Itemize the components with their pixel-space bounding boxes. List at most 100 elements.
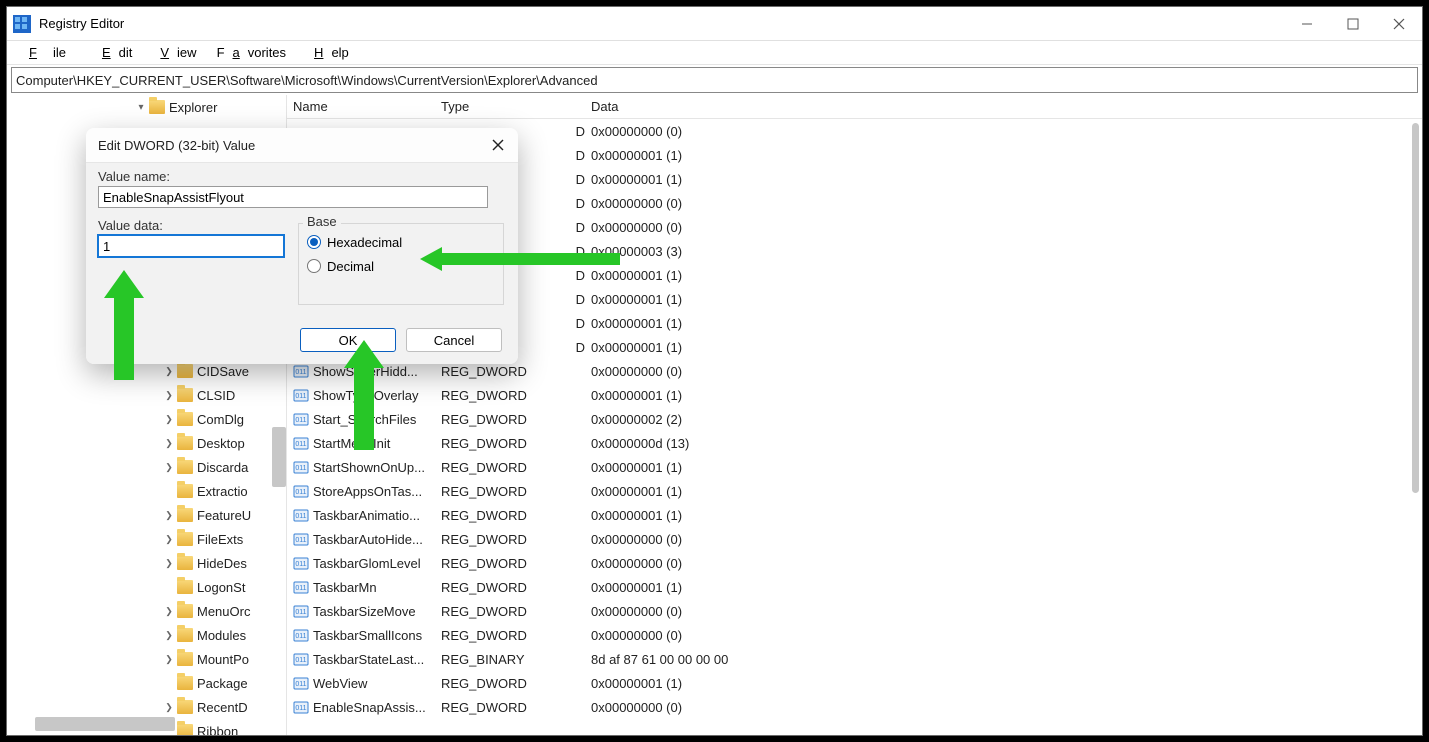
column-header-name[interactable]: Name [293, 99, 441, 114]
svg-text:011: 011 [295, 417, 306, 424]
svg-text:011: 011 [295, 537, 306, 544]
radio-dec-label: Decimal [327, 259, 374, 274]
svg-text:011: 011 [295, 705, 306, 712]
tree-item[interactable]: Modules [7, 623, 286, 647]
list-row[interactable]: 011TaskbarGlomLevelREG_DWORD0x00000000 (… [287, 551, 1422, 575]
reg-value-icon: 011 [293, 483, 309, 499]
tree-scrollbar-thumb[interactable] [272, 427, 286, 487]
reg-value-icon: 011 [293, 531, 309, 547]
address-bar[interactable]: Computer\HKEY_CURRENT_USER\Software\Micr… [11, 67, 1418, 93]
list-row[interactable]: 011Start_SearchFilesREG_DWORD0x00000002 … [287, 407, 1422, 431]
tree-item-explorer[interactable]: Explorer [7, 95, 286, 119]
svg-text:011: 011 [295, 585, 306, 592]
tree-item[interactable]: FeatureU [7, 503, 286, 527]
reg-value-icon: 011 [293, 411, 309, 427]
registry-editor-window: Registry Editor File Edit View Favorites… [6, 6, 1423, 736]
radio-hex-indicator [307, 235, 321, 249]
tree-item[interactable]: MountPo [7, 647, 286, 671]
tree-item[interactable]: Desktop [7, 431, 286, 455]
reg-value-icon: 011 [293, 555, 309, 571]
close-button[interactable] [1376, 7, 1422, 41]
svg-text:011: 011 [295, 609, 306, 616]
value-data-input[interactable] [98, 235, 284, 257]
address-path: Computer\HKEY_CURRENT_USER\Software\Micr… [16, 73, 598, 88]
tree-item[interactable]: MenuOrc [7, 599, 286, 623]
minimize-button[interactable] [1284, 7, 1330, 41]
tree-item[interactable]: RecentD [7, 695, 286, 719]
reg-value-icon: 011 [293, 627, 309, 643]
value-name-input[interactable] [98, 186, 488, 208]
tree-item[interactable]: ComDlg [7, 407, 286, 431]
base-group-label: Base [303, 214, 341, 229]
edit-dword-dialog: Edit DWORD (32-bit) Value Value name: Va… [86, 128, 518, 364]
column-header-data[interactable]: Data [591, 99, 1422, 114]
dialog-titlebar: Edit DWORD (32-bit) Value [86, 128, 518, 162]
dialog-buttons: OK Cancel [300, 328, 502, 352]
reg-value-icon: 011 [293, 699, 309, 715]
maximize-button[interactable] [1330, 7, 1376, 41]
svg-text:011: 011 [295, 465, 306, 472]
list-row[interactable]: 011StartShownOnUp...REG_DWORD0x00000001 … [287, 455, 1422, 479]
menu-favorites[interactable]: Favorites [209, 43, 294, 62]
reg-value-icon: 011 [293, 387, 309, 403]
radio-hex-label: Hexadecimal [327, 235, 402, 250]
base-group: Base Hexadecimal Decimal [298, 223, 504, 305]
cancel-button[interactable]: Cancel [406, 328, 502, 352]
tree-hscroll-thumb[interactable] [35, 717, 175, 731]
reg-value-icon: 011 [293, 651, 309, 667]
tree-item[interactable]: Extractio [7, 479, 286, 503]
svg-text:011: 011 [295, 369, 306, 376]
list-header: Name Type Data [287, 95, 1422, 119]
list-row[interactable]: 011TaskbarMnREG_DWORD0x00000001 (1) [287, 575, 1422, 599]
svg-text:011: 011 [295, 489, 306, 496]
menu-help[interactable]: Help [298, 43, 357, 62]
list-row[interactable]: 011ShowTypeOverlayREG_DWORD0x00000001 (1… [287, 383, 1422, 407]
window-title: Registry Editor [39, 16, 124, 31]
menu-view[interactable]: View [144, 43, 204, 62]
radio-hexadecimal[interactable]: Hexadecimal [307, 230, 495, 254]
reg-value-icon: 011 [293, 579, 309, 595]
list-row[interactable]: 011WebViewREG_DWORD0x00000001 (1) [287, 671, 1422, 695]
menu-edit[interactable]: Edit [86, 43, 140, 62]
list-row[interactable]: 011TaskbarSizeMoveREG_DWORD0x00000000 (0… [287, 599, 1422, 623]
radio-dec-indicator [307, 259, 321, 273]
list-row[interactable]: 011StartMenuInitREG_DWORD0x0000000d (13) [287, 431, 1422, 455]
reg-value-icon: 011 [293, 363, 309, 379]
dialog-title-text: Edit DWORD (32-bit) Value [98, 138, 255, 153]
list-row[interactable]: 011TaskbarStateLast...REG_BINARY8d af 87… [287, 647, 1422, 671]
reg-value-icon: 011 [293, 507, 309, 523]
svg-text:011: 011 [295, 633, 306, 640]
list-row[interactable]: 011TaskbarSmallIconsREG_DWORD0x00000000 … [287, 623, 1422, 647]
window-scrollbar-thumb[interactable] [1412, 123, 1419, 493]
ok-button[interactable]: OK [300, 328, 396, 352]
reg-value-icon: 011 [293, 459, 309, 475]
list-row[interactable]: 011StoreAppsOnTas...REG_DWORD0x00000001 … [287, 479, 1422, 503]
tree-item[interactable]: HideDes [7, 551, 286, 575]
tree-item[interactable]: Discarda [7, 455, 286, 479]
tree-item[interactable]: FileExts [7, 527, 286, 551]
menu-file[interactable]: File [13, 43, 82, 62]
svg-text:011: 011 [295, 561, 306, 568]
svg-text:011: 011 [295, 657, 306, 664]
svg-text:011: 011 [295, 513, 306, 520]
list-row[interactable]: 011EnableSnapAssis...REG_DWORD0x00000000… [287, 695, 1422, 719]
reg-value-icon: 011 [293, 603, 309, 619]
svg-text:011: 011 [295, 681, 306, 688]
list-row[interactable]: 011TaskbarAnimatio...REG_DWORD0x00000001… [287, 503, 1422, 527]
window-controls [1284, 7, 1422, 41]
tree-item[interactable]: CLSID [7, 383, 286, 407]
radio-decimal[interactable]: Decimal [307, 254, 495, 278]
tree-item[interactable]: LogonSt [7, 575, 286, 599]
reg-value-icon: 011 [293, 675, 309, 691]
dialog-body: Value name: Value data: Base Hexadecimal… [86, 162, 518, 364]
tree-item[interactable]: Package [7, 671, 286, 695]
menubar: File Edit View Favorites Help [7, 41, 1422, 65]
svg-text:011: 011 [295, 441, 306, 448]
svg-text:011: 011 [295, 393, 306, 400]
reg-value-icon: 011 [293, 435, 309, 451]
column-header-type[interactable]: Type [441, 99, 591, 114]
dialog-close-button[interactable] [484, 132, 512, 158]
list-row[interactable]: 011TaskbarAutoHide...REG_DWORD0x00000000… [287, 527, 1422, 551]
titlebar: Registry Editor [7, 7, 1422, 41]
value-name-label: Value name: [98, 169, 506, 184]
